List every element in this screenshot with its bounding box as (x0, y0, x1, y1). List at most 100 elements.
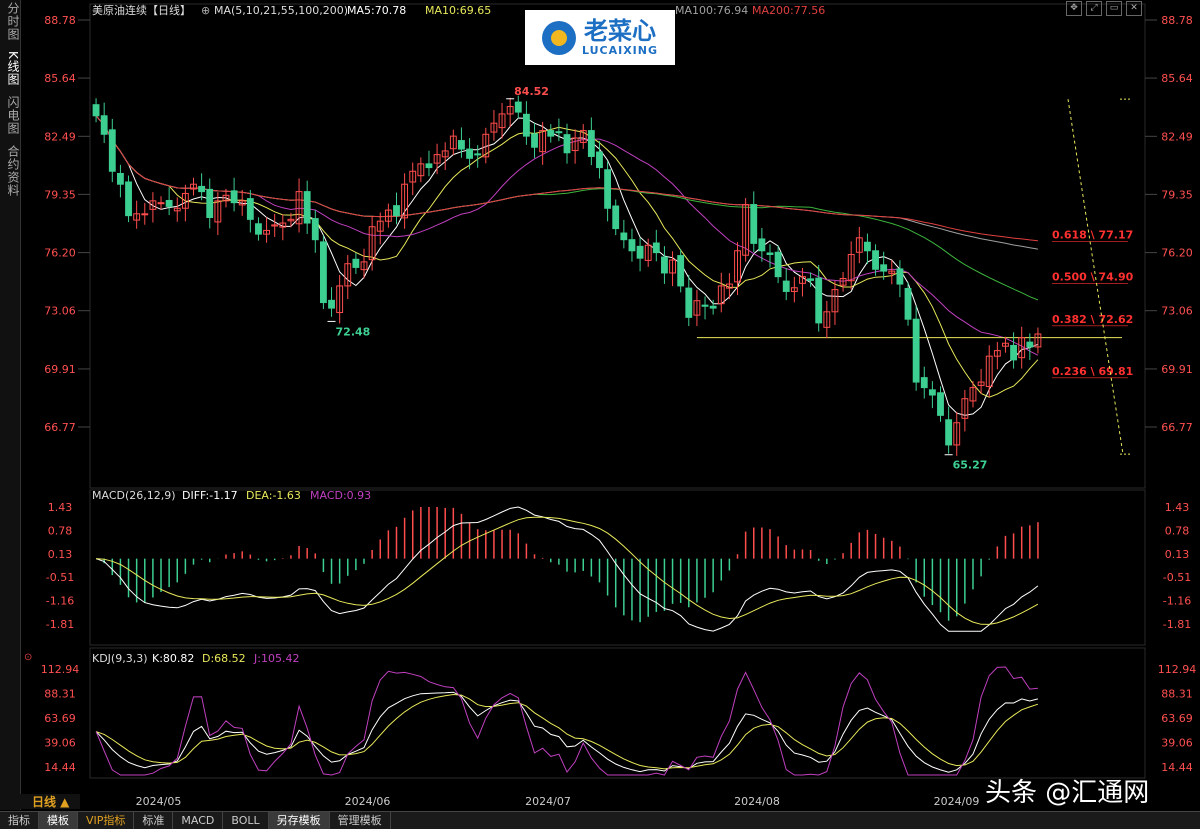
macd-label: MACD(26,12,9) (92, 489, 176, 502)
tab-manage-template[interactable]: 管理模板 (330, 812, 391, 829)
sidebar-tab-contract-info[interactable]: 合约资料 (1, 145, 20, 197)
candle-body (255, 223, 262, 235)
candle-body (125, 181, 132, 217)
candle-body (628, 239, 636, 252)
sidebar: 分时图 K线图 闪电图 合约资料 (0, 0, 21, 810)
logo-mark-icon (541, 20, 576, 55)
candle-body (100, 115, 108, 135)
candle-body (677, 255, 685, 287)
tab-boll[interactable]: BOLL (223, 812, 269, 829)
price-axis-label-left: 85.64 (44, 72, 76, 85)
candle-body (596, 151, 603, 169)
macd-histogram (103, 507, 1039, 623)
candle-body (750, 204, 758, 244)
chart-canvas[interactable]: 美原油连续【日线】 ⊕ MA(5,10,21,55,100,200) MA5:7… (20, 0, 1200, 810)
price-panel-frame (89, 3, 1146, 489)
candle-body (319, 241, 327, 304)
close-icon[interactable]: ✕ (1126, 1, 1142, 16)
candle-body (328, 299, 335, 309)
tab-vip-indicator[interactable]: VIP指标 (78, 812, 135, 829)
candle-body (108, 129, 116, 172)
kdj-j: J:105.42 (253, 652, 299, 665)
candle-body (466, 148, 473, 159)
kdj-panel-frame (89, 647, 1146, 779)
candle-body (766, 252, 774, 255)
price-axis-label-right: 82.49 (1161, 130, 1193, 143)
candle-body (555, 131, 563, 134)
macd-axis-label-left: -1.16 (46, 595, 74, 608)
candle-body (945, 419, 953, 446)
kdj-axis-label-right: 39.06 (1161, 737, 1193, 750)
kdj-d: D:68.52 (202, 652, 246, 665)
macd-diff: DIFF:-1.17 (182, 489, 238, 502)
fibonacci-levels: 0.618 \ 77.17 0.500 \ 74.90 0.382 \ 72.62 0… (1052, 98, 1134, 455)
expand-icon[interactable]: ⤢ (1086, 1, 1102, 16)
settings-icon[interactable]: ⊕ (201, 4, 210, 17)
macd-axis-label-left: 0.78 (48, 524, 73, 537)
kdj-axis-label-right: 112.94 (1158, 663, 1197, 676)
macd-value: MACD:0.93 (310, 489, 371, 502)
kdj-axis-label-left: 39.06 (44, 737, 76, 750)
fib-label: 0.500 \ 74.90 (1052, 271, 1134, 284)
tab-save-template[interactable]: 另存模板 (268, 812, 330, 829)
ma5-value: MA5:70.78 (347, 4, 406, 17)
candle-body (92, 104, 100, 117)
macd-axis-label-right: -0.51 (1163, 571, 1191, 584)
kdj-k-line (95, 691, 1039, 773)
candle-body (157, 202, 165, 205)
x-axis-label: 2024/06 (345, 795, 391, 808)
candle-body (758, 238, 766, 252)
annotation-low-label: 72.48 (336, 325, 371, 338)
kdj-lines (95, 666, 1039, 776)
candle-body (393, 205, 400, 217)
macd-axis-label-left: 0.13 (48, 548, 73, 561)
tab-template[interactable]: 模板 (39, 812, 78, 829)
candle-body (872, 250, 879, 270)
period-button[interactable]: 日线 ▲ (32, 794, 70, 809)
candle-body (604, 169, 612, 209)
candle-body (620, 232, 628, 241)
candle-body (311, 218, 319, 241)
candle-body (587, 130, 595, 157)
candle-body (458, 140, 465, 150)
instrument-title: 美原油连续【日线】 (92, 3, 191, 17)
macd-axis-label-right: 1.43 (1165, 501, 1190, 514)
price-axis-label-left: 76.20 (44, 247, 76, 260)
moving-average-lines (95, 115, 1122, 416)
crosshair-icon[interactable]: ✥ (1066, 1, 1082, 16)
macd-panel-frame (89, 489, 1146, 646)
sidebar-tab-kline[interactable]: K线图 (1, 51, 20, 86)
candle-body (937, 392, 944, 416)
kdj-axis-label-right: 63.69 (1161, 712, 1193, 725)
candle-body (912, 318, 920, 383)
price-axis-label-right: 66.77 (1161, 421, 1193, 434)
macd-axis-label-right: 0.78 (1165, 524, 1190, 537)
candle-body (701, 304, 709, 307)
x-axis-label: 2024/08 (734, 795, 780, 808)
tab-standard[interactable]: 标准 (134, 812, 174, 829)
sidebar-tab-flash[interactable]: 闪电图 (1, 96, 20, 135)
fib-label: 0.382 \ 72.62 (1052, 313, 1133, 326)
tab-indicator[interactable]: 指标 (0, 812, 39, 829)
sidebar-tab-time-sharing[interactable]: 分时图 (1, 2, 20, 41)
logo: 老菜心 LUCAIXING (525, 10, 675, 65)
x-axis: 2024/05 2024/06 2024/07 2024/08 2024/09 (136, 795, 980, 808)
candle-body (661, 256, 668, 274)
ma200-value: MA200:77.56 (752, 4, 825, 17)
candle-body (547, 130, 555, 137)
candle-body (928, 389, 936, 396)
tab-macd[interactable]: MACD (173, 812, 224, 829)
candle-body (864, 241, 871, 252)
kdj-axis-label-right: 14.44 (1161, 761, 1193, 774)
candle-body (303, 191, 311, 224)
candle-body (522, 113, 530, 137)
candle-body (206, 188, 214, 218)
candle-body (1026, 341, 1034, 348)
candle-body (531, 133, 538, 148)
restore-icon[interactable]: ▭ (1106, 1, 1122, 16)
candle-body (685, 287, 693, 318)
candlesticks (92, 95, 1042, 456)
candle-body (880, 264, 888, 272)
candle-body (563, 134, 571, 154)
macd-dea: DEA:-1.63 (246, 489, 301, 502)
